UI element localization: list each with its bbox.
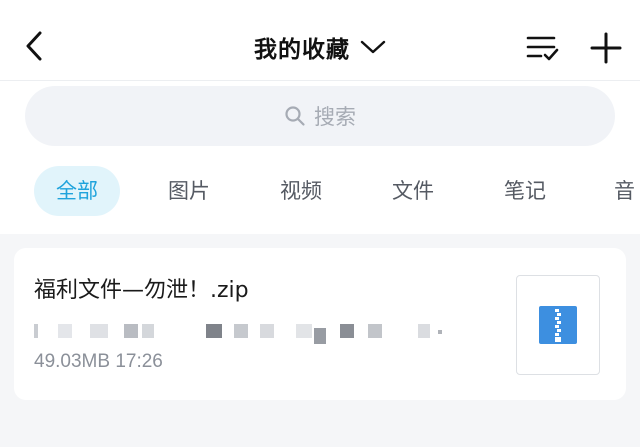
file-size: 49.03MB <box>34 351 111 372</box>
zip-file-icon <box>539 306 577 344</box>
file-thumbnail[interactable] <box>516 275 600 375</box>
tab-all[interactable]: 全部 <box>34 166 120 216</box>
search-placeholder: 搜索 <box>314 105 356 129</box>
sort-button[interactable] <box>522 28 562 68</box>
file-meta: 49.03MB 17:26 <box>34 351 163 373</box>
page-title: 我的收藏 <box>254 37 350 63</box>
favorite-item-card[interactable]: 福利文件—勿泄！.zip 49.03MB 17:26 <box>14 248 626 400</box>
search-bar[interactable]: 搜索 <box>25 86 615 146</box>
list-check-icon <box>526 36 559 61</box>
pixelated-source-text <box>34 320 454 344</box>
tab-notes[interactable]: 笔记 <box>504 166 546 216</box>
add-button[interactable] <box>586 28 626 68</box>
plus-icon <box>590 32 622 64</box>
file-time: 17:26 <box>115 351 163 372</box>
file-name: 福利文件—勿泄！.zip <box>34 278 249 303</box>
tab-audio[interactable]: 音 <box>614 166 635 216</box>
tab-videos[interactable]: 视频 <box>280 166 322 216</box>
nav-bar: 我的收藏 <box>0 0 640 80</box>
search-icon <box>285 106 305 126</box>
nav-divider <box>0 80 640 81</box>
chevron-down-icon <box>360 40 386 54</box>
tab-files[interactable]: 文件 <box>392 166 434 216</box>
top-area: 我的收藏 搜索 全部 图片 视频 文件 笔记 音 <box>0 0 640 234</box>
tab-images[interactable]: 图片 <box>168 166 210 216</box>
category-tabs: 全部 图片 视频 文件 笔记 音 <box>0 162 640 222</box>
